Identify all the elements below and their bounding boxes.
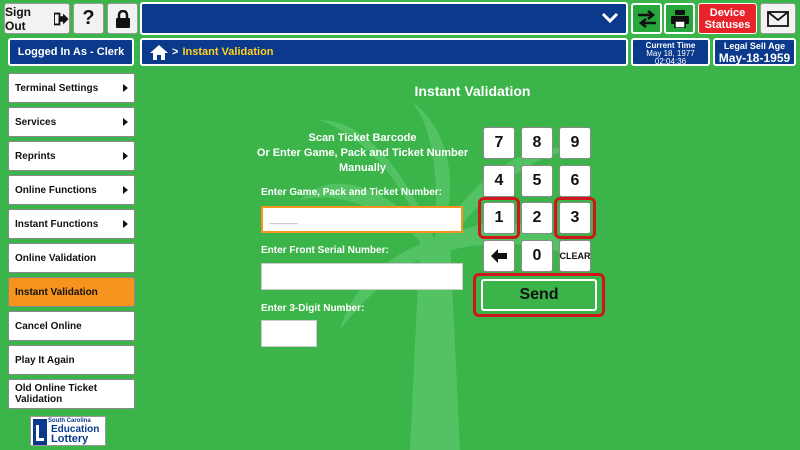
sidebar-item-label: Play It Again [15, 354, 75, 366]
caret-right-icon [123, 186, 128, 194]
lock-icon [115, 9, 130, 28]
sign-out-label: Sign Out [5, 4, 31, 33]
sidebar-item-instant-functions[interactable]: Instant Functions [8, 209, 135, 239]
sidebar-item-old-online-ticket-validation[interactable]: Old Online Ticket Validation [8, 379, 135, 409]
key-7[interactable]: 7 [483, 127, 515, 159]
sidebar-item-label: Terminal Settings [15, 82, 99, 94]
lock-button[interactable] [107, 3, 138, 34]
legal-sell-age: Legal Sell Age May-18-1959 [713, 38, 796, 66]
breadcrumb-current: Instant Validation [182, 46, 274, 58]
scan-line2: Or Enter Game, Pack and Ticket Number [256, 147, 469, 159]
scan-line3: Manually [338, 162, 387, 174]
caret-right-icon [123, 220, 128, 228]
sidebar-item-label: Instant Functions [15, 218, 99, 230]
sidebar-item-online-functions[interactable]: Online Functions [8, 175, 135, 205]
logo-mark-icon [33, 419, 47, 445]
key-3[interactable]: 3 [559, 202, 591, 234]
game-pack-ticket-input[interactable]: ____ [261, 206, 463, 233]
help-button[interactable]: ? [73, 3, 104, 34]
key-4[interactable]: 4 [483, 165, 515, 197]
scan-line1: Scan Ticket Barcode [308, 132, 417, 144]
printer-icon [670, 9, 689, 28]
legal-sell-age-date: May-18-1959 [718, 51, 791, 65]
print-button[interactable] [664, 3, 695, 34]
three-digit-label: Enter 3-Digit Number: [261, 303, 365, 314]
sidebar-item-online-validation[interactable]: Online Validation [8, 243, 135, 273]
game-pack-ticket-placeholder: ____ [269, 212, 298, 227]
backspace-key[interactable] [483, 240, 515, 272]
three-digit-input[interactable] [261, 320, 317, 347]
logo-line3: Lottery [51, 433, 89, 445]
envelope-icon [767, 10, 789, 27]
front-serial-input[interactable] [261, 263, 463, 290]
backspace-arrow-icon [491, 249, 507, 263]
breadcrumb: > Instant Validation [140, 38, 628, 66]
sidebar-item-label: Services [15, 116, 57, 128]
sign-out-button[interactable]: Sign Out [4, 3, 70, 34]
messages-button[interactable] [760, 3, 796, 34]
key-5[interactable]: 5 [521, 165, 553, 197]
sidebar-item-reprints[interactable]: Reprints [8, 141, 135, 171]
caret-right-icon [123, 152, 128, 160]
scan-instructions: Scan Ticket Barcode Or Enter Game, Pack … [250, 131, 475, 176]
lottery-logo: South Carolina Education Lottery [30, 416, 106, 446]
key-1[interactable]: 1 [483, 202, 515, 234]
sidebar-item-instant-validation[interactable]: Instant Validation [8, 277, 135, 307]
top-dropdown-bar[interactable] [140, 2, 628, 35]
sidebar-item-services[interactable]: Services [8, 107, 135, 137]
sidebar-item-label: Old Online Ticket Validation [15, 383, 98, 405]
key-0[interactable]: 0 [521, 240, 553, 272]
key-8[interactable]: 8 [521, 127, 553, 159]
sidebar-item-play-it-again[interactable]: Play It Again [8, 345, 135, 375]
key-9[interactable]: 9 [559, 127, 591, 159]
transfer-arrows-icon [637, 9, 656, 28]
logged-in-label: Logged In As - Clerk [17, 46, 125, 58]
home-icon[interactable] [150, 44, 168, 60]
device-statuses-label: Device Statuses [704, 6, 751, 31]
device-statuses-button[interactable]: Device Statuses [698, 3, 757, 34]
caret-right-icon [123, 118, 128, 126]
front-serial-label: Enter Front Serial Number: [261, 245, 389, 256]
sidebar-item-label: Cancel Online [15, 320, 82, 332]
logged-in-user: Logged In As - Clerk [8, 38, 134, 66]
page-title: Instant Validation [414, 83, 531, 99]
sidebar-item-label: Online Validation [15, 252, 97, 264]
sidebar-item-cancel-online[interactable]: Cancel Online [8, 311, 135, 341]
clear-key[interactable]: CLEAR [559, 240, 591, 272]
current-time: Current Time May 18, 1977 02:04:36 [631, 38, 710, 66]
send-button[interactable]: Send [481, 279, 597, 311]
chevron-down-icon [601, 12, 619, 24]
transfer-button[interactable] [631, 3, 662, 34]
legal-sell-age-label: Legal Sell Age [723, 41, 786, 51]
game-pack-ticket-label: Enter Game, Pack and Ticket Number: [261, 187, 442, 198]
key-2[interactable]: 2 [521, 202, 553, 234]
sidebar-item-label: Reprints [15, 150, 56, 162]
breadcrumb-separator: > [172, 46, 179, 58]
sidebar-item-label: Online Functions [15, 184, 97, 196]
key-6[interactable]: 6 [559, 165, 591, 197]
sidebar-item-terminal-settings[interactable]: Terminal Settings [8, 73, 135, 103]
help-label: ? [82, 7, 95, 29]
caret-right-icon [123, 84, 128, 92]
sign-out-icon [54, 12, 69, 25]
sidebar-item-label: Instant Validation [15, 286, 98, 298]
current-clock: 02:04:36 [654, 57, 687, 66]
